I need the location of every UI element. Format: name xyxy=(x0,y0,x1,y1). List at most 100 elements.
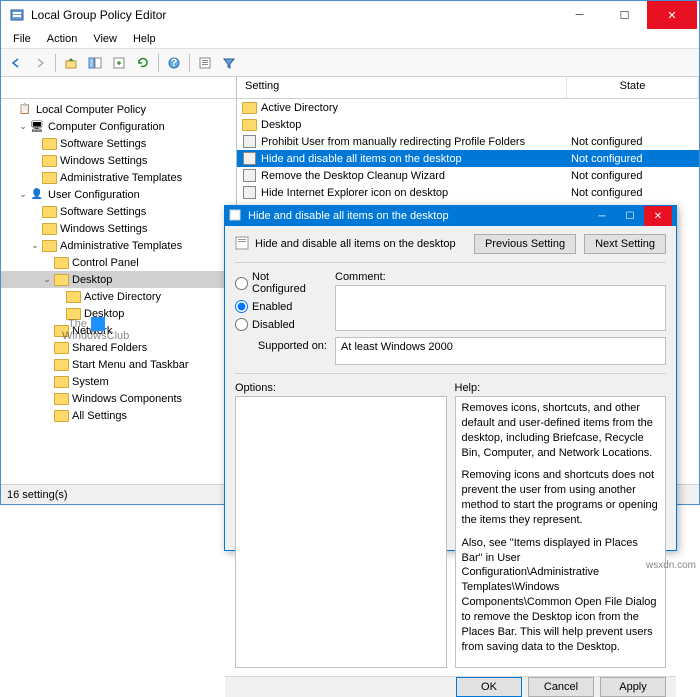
col-setting[interactable]: Setting xyxy=(237,77,567,98)
folder-icon xyxy=(41,239,57,253)
back-button[interactable] xyxy=(5,52,27,74)
export-button[interactable] xyxy=(108,52,130,74)
tree-label: Start Menu and Taskbar xyxy=(72,359,189,371)
tree-item[interactable]: Administrative Templates xyxy=(1,169,236,186)
folder-icon xyxy=(53,392,69,406)
setting-name-text: Hide and disable all items on the deskto… xyxy=(255,238,456,250)
app-icon xyxy=(9,7,25,23)
tree-item[interactable]: Network xyxy=(1,322,236,339)
tree-item[interactable]: Desktop xyxy=(1,305,236,322)
tree-item[interactable]: Windows Settings xyxy=(1,220,236,237)
tree-item[interactable]: Software Settings xyxy=(1,135,236,152)
list-row[interactable]: Active Directory xyxy=(237,99,699,116)
radio-enabled[interactable]: Enabled xyxy=(235,300,323,313)
setting-icon xyxy=(241,186,257,200)
ok-button[interactable]: OK xyxy=(456,677,522,697)
dialog-setting-name: Hide and disable all items on the deskto… xyxy=(235,236,466,253)
setting-name: Remove the Desktop Cleanup Wizard xyxy=(261,170,445,182)
list-row[interactable]: Desktop xyxy=(237,116,699,133)
tree-label: Active Directory xyxy=(84,291,161,303)
tree-desktop[interactable]: ⌄Desktop xyxy=(1,271,236,288)
folder-icon xyxy=(53,341,69,355)
tree-user-config[interactable]: ⌄User Configuration xyxy=(1,186,236,203)
dialog-maximize-button[interactable]: ☐ xyxy=(616,206,644,226)
tree-item[interactable]: Shared Folders xyxy=(1,339,236,356)
list-row[interactable]: Prohibit User from manually redirecting … xyxy=(237,133,699,150)
setting-icon xyxy=(235,236,249,253)
setting-state: Not configured xyxy=(567,187,699,199)
cancel-button[interactable]: Cancel xyxy=(528,677,594,697)
radio-label: Disabled xyxy=(252,319,295,331)
setting-state: Not configured xyxy=(567,170,699,182)
setting-name: Desktop xyxy=(261,119,301,131)
comment-field[interactable] xyxy=(335,285,666,331)
dialog-minimize-button[interactable]: ─ xyxy=(588,206,616,226)
tree-admin-templates[interactable]: ⌄Administrative Templates xyxy=(1,237,236,254)
help-paragraph: Also, see "Items displayed in Places Bar… xyxy=(462,536,660,655)
setting-state: Not configured xyxy=(567,136,699,148)
dialog-close-button[interactable]: ✕ xyxy=(644,206,672,226)
tree-item[interactable]: Control Panel xyxy=(1,254,236,271)
close-button[interactable]: ✕ xyxy=(647,1,697,29)
previous-setting-button[interactable]: Previous Setting xyxy=(474,234,576,254)
menu-help[interactable]: Help xyxy=(125,31,164,47)
list-row[interactable]: Hide Internet Explorer icon on desktopNo… xyxy=(237,184,699,201)
list-header: Setting State xyxy=(237,77,699,99)
tree-item[interactable]: All Settings xyxy=(1,407,236,424)
radio-disabled[interactable]: Disabled xyxy=(235,318,323,331)
properties-button[interactable] xyxy=(194,52,216,74)
menu-file[interactable]: File xyxy=(5,31,39,47)
refresh-button[interactable] xyxy=(132,52,154,74)
tree-item[interactable]: Active Directory xyxy=(1,288,236,305)
minimize-button[interactable]: ─ xyxy=(557,1,602,29)
tree-item[interactable]: Windows Settings xyxy=(1,152,236,169)
tree-label: Network xyxy=(72,325,112,337)
folder-icon xyxy=(41,154,57,168)
filter-button[interactable] xyxy=(218,52,240,74)
tree-item[interactable]: Start Menu and Taskbar xyxy=(1,356,236,373)
tree-root[interactable]: Local Computer Policy xyxy=(1,101,236,118)
tree-label: Computer Configuration xyxy=(48,121,165,133)
folder-icon xyxy=(41,171,57,185)
tree-label: Desktop xyxy=(72,274,112,286)
tree-label: Windows Components xyxy=(72,393,182,405)
apply-button[interactable]: Apply xyxy=(600,677,666,697)
user-icon xyxy=(29,188,45,202)
next-setting-button[interactable]: Next Setting xyxy=(584,234,666,254)
forward-button[interactable] xyxy=(29,52,51,74)
policy-tree[interactable]: Local Computer Policy ⌄Computer Configur… xyxy=(1,99,236,484)
help-paragraph: Removes icons, shortcuts, and other defa… xyxy=(462,401,660,460)
list-row[interactable]: Hide and disable all items on the deskto… xyxy=(237,150,699,167)
folder-icon xyxy=(53,273,69,287)
col-state[interactable]: State xyxy=(567,77,699,98)
folder-icon xyxy=(65,307,81,321)
tree-label: Software Settings xyxy=(60,206,146,218)
svg-text:?: ? xyxy=(171,57,178,69)
menu-view[interactable]: View xyxy=(85,31,125,47)
folder-icon xyxy=(65,290,81,304)
radio-not-configured[interactable]: Not Configured xyxy=(235,271,323,295)
tree-label: Administrative Templates xyxy=(60,172,182,184)
folder-icon xyxy=(53,256,69,270)
tree-item[interactable]: System xyxy=(1,373,236,390)
tree-label: Administrative Templates xyxy=(60,240,182,252)
help-box[interactable]: Removes icons, shortcuts, and other defa… xyxy=(455,396,667,668)
folder-icon xyxy=(41,222,57,236)
menu-action[interactable]: Action xyxy=(39,31,86,47)
tree-item[interactable]: Software Settings xyxy=(1,203,236,220)
maximize-button[interactable]: ☐ xyxy=(602,1,647,29)
tree-label: System xyxy=(72,376,109,388)
help-button[interactable]: ? xyxy=(163,52,185,74)
options-label: Options: xyxy=(235,382,447,394)
help-label: Help: xyxy=(455,382,667,394)
tree-item[interactable]: Windows Components xyxy=(1,390,236,407)
dialog-titlebar[interactable]: Hide and disable all items on the deskto… xyxy=(225,206,676,226)
radio-label: Not Configured xyxy=(252,271,323,295)
list-row[interactable]: Remove the Desktop Cleanup Wizard Not con… xyxy=(237,167,699,184)
show-hide-tree-button[interactable] xyxy=(84,52,106,74)
toolbar: ? xyxy=(1,49,699,77)
tree-computer-config[interactable]: ⌄Computer Configuration xyxy=(1,118,236,135)
up-button[interactable] xyxy=(60,52,82,74)
folder-icon xyxy=(53,375,69,389)
window-title: Local Group Policy Editor xyxy=(31,8,557,22)
